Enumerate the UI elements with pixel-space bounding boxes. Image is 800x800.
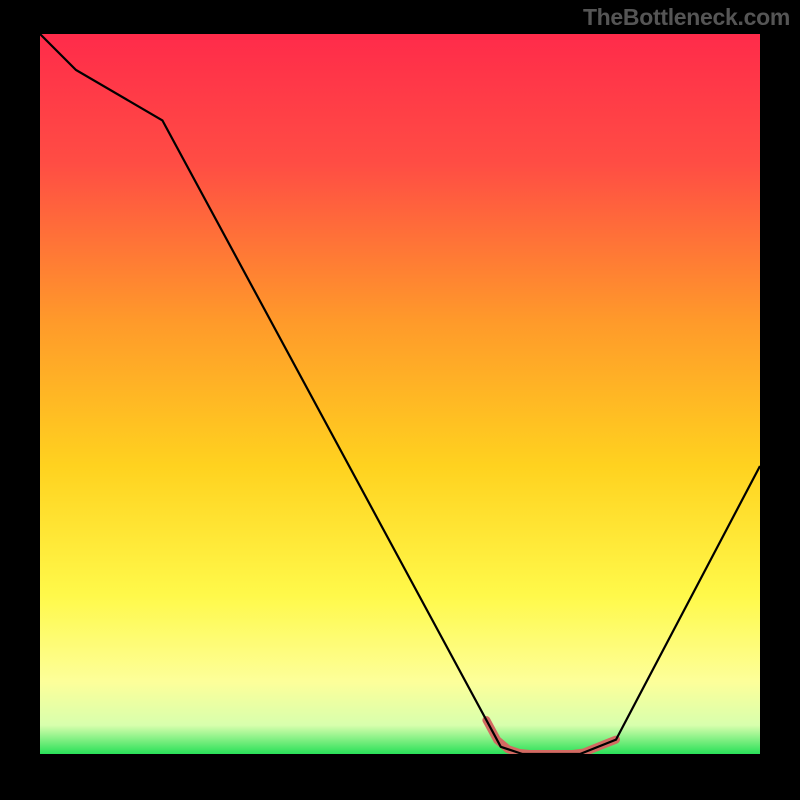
gradient-rect — [40, 34, 760, 754]
chart-svg — [40, 34, 760, 754]
chart-container: TheBottleneck.com — [0, 0, 800, 800]
watermark-text: TheBottleneck.com — [583, 4, 790, 31]
